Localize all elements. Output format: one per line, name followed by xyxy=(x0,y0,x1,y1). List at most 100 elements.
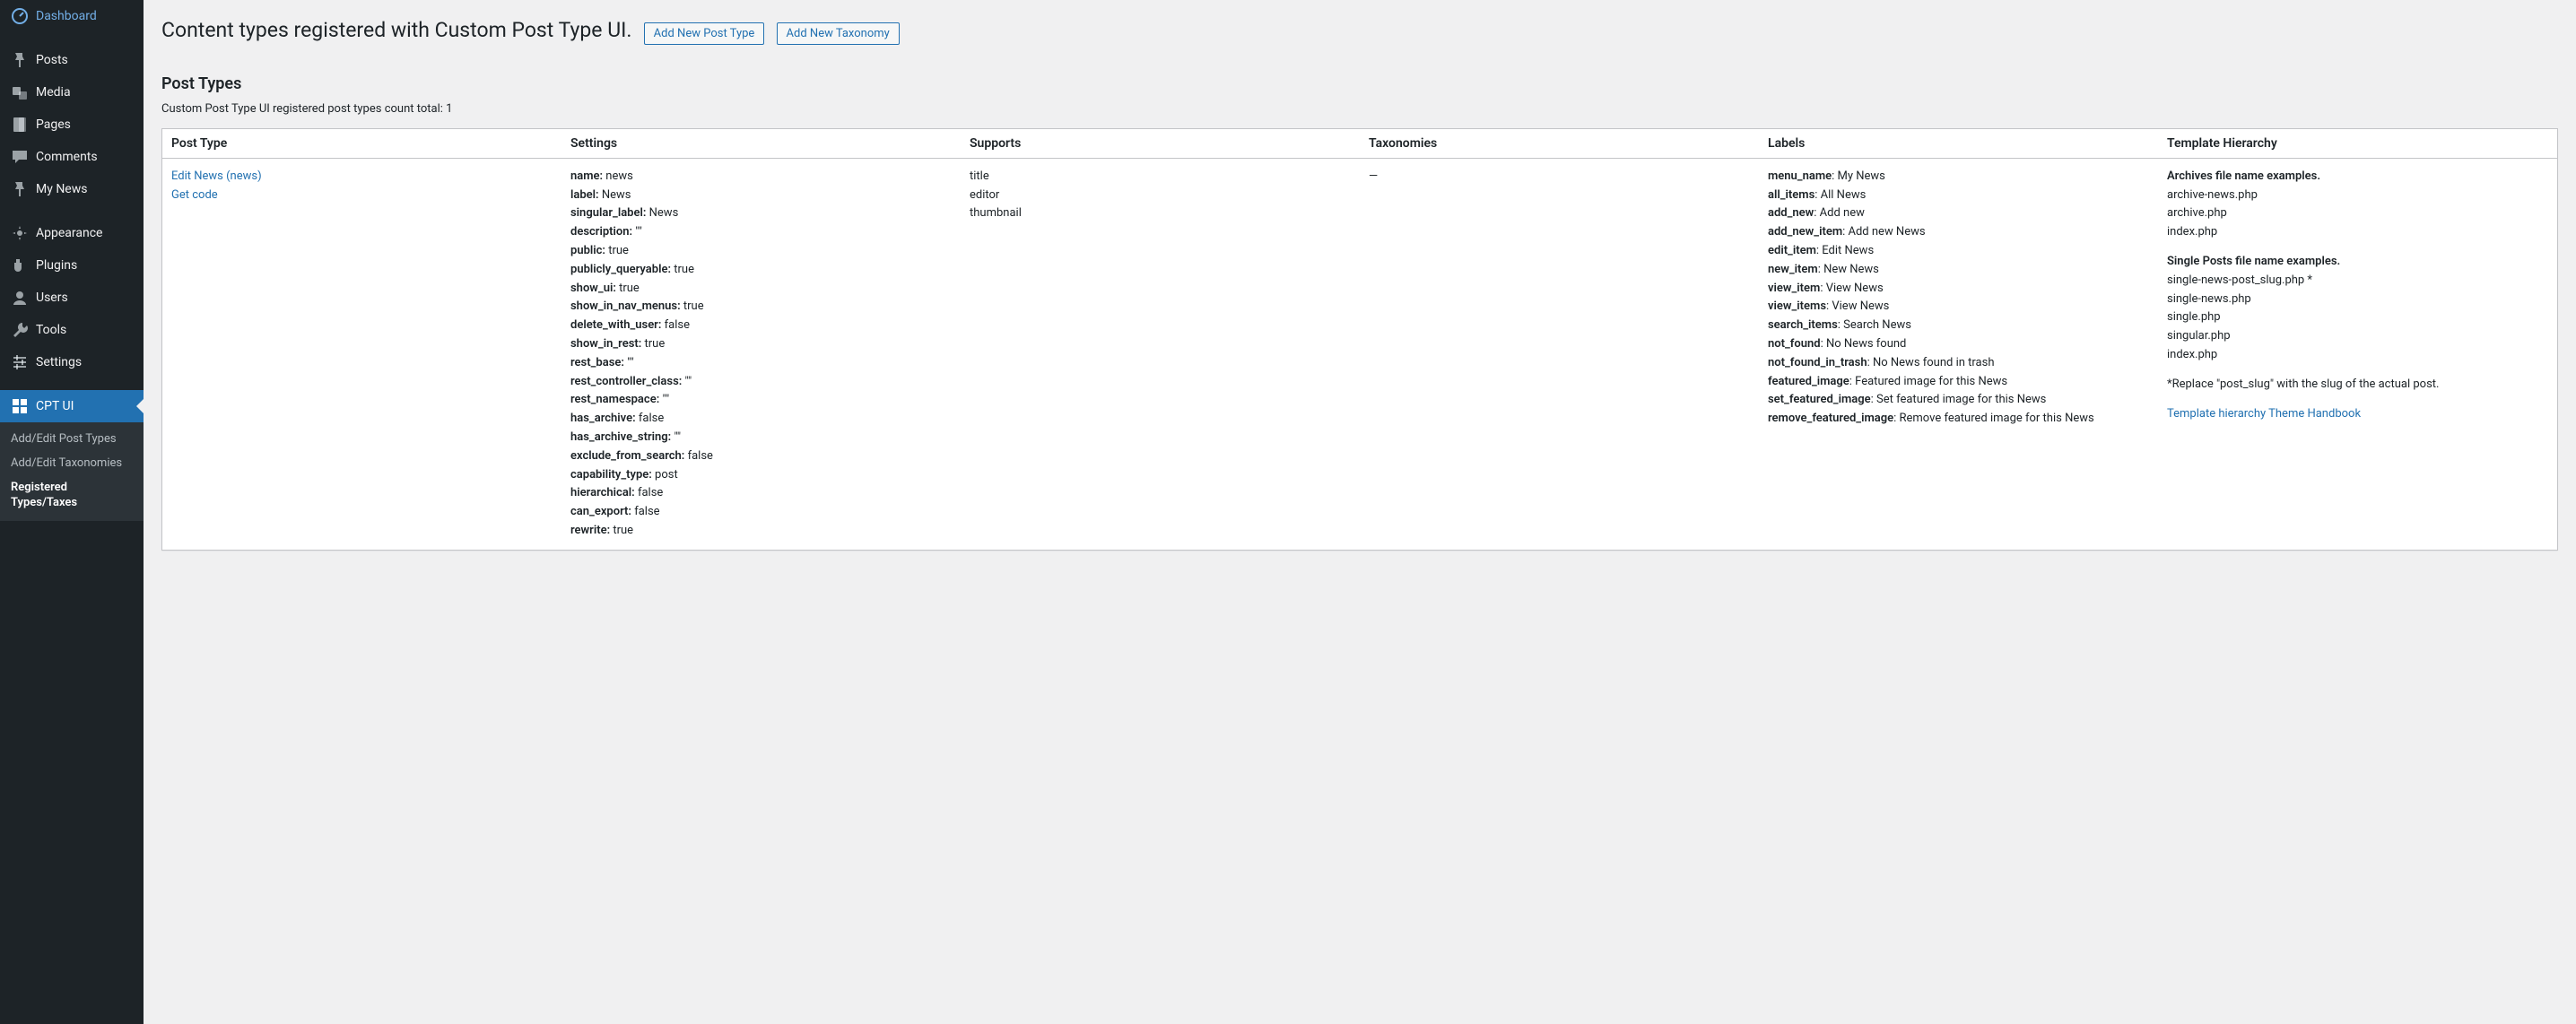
cptui-icon xyxy=(11,397,29,415)
label-row: view_items: View News xyxy=(1768,298,2149,317)
sidebar-item-label: Pages xyxy=(36,117,71,132)
setting-row: name: news xyxy=(570,168,952,187)
sidebar-item-pages[interactable]: Pages xyxy=(0,108,144,141)
label-key: set_featured_image xyxy=(1768,393,1871,406)
label-row: remove_featured_image: Remove featured i… xyxy=(1768,410,2149,429)
setting-value: true xyxy=(641,337,665,351)
sidebar-item-label: Users xyxy=(36,291,68,305)
cell-settings: name: newslabel: Newssingular_label: New… xyxy=(561,159,961,550)
setting-row: show_ui: true xyxy=(570,280,952,299)
label-row: not_found_in_trash: No News found in tra… xyxy=(1768,354,2149,373)
main-content: Content types registered with Custom Pos… xyxy=(144,0,2576,1024)
label-value: : Search News xyxy=(1838,318,1911,332)
setting-row: has_archive_string: "" xyxy=(570,429,952,447)
label-value: : All News xyxy=(1815,188,1866,202)
label-key: search_items xyxy=(1768,318,1838,332)
sidebar-item-my-news[interactable]: My News xyxy=(0,173,144,205)
col-post-type: Post Type xyxy=(162,129,561,159)
sidebar-item-settings[interactable]: Settings xyxy=(0,346,144,378)
setting-key: name: xyxy=(570,169,603,183)
label-row: all_items: All News xyxy=(1768,187,2149,205)
label-value: : Add new News xyxy=(1842,225,1925,239)
setting-row: exclude_from_search: false xyxy=(570,447,952,466)
label-row: add_new: Add new xyxy=(1768,204,2149,223)
tool-icon xyxy=(11,321,29,339)
label-key: view_item xyxy=(1768,282,1820,295)
page-icon xyxy=(11,116,29,134)
sidebar-item-tools[interactable]: Tools xyxy=(0,314,144,346)
template-file: singular.php xyxy=(2167,327,2548,346)
setting-row: public: true xyxy=(570,242,952,261)
get-code-link[interactable]: Get code xyxy=(171,188,218,202)
template-handbook-link[interactable]: Template hierarchy Theme Handbook xyxy=(2167,407,2361,421)
label-key: remove_featured_image xyxy=(1768,412,1893,425)
setting-value: false xyxy=(636,412,665,425)
setting-value: true xyxy=(671,263,694,276)
cell-labels: menu_name: My Newsall_items: All Newsadd… xyxy=(1759,159,2158,550)
setting-value: true xyxy=(681,299,704,313)
setting-value: post xyxy=(652,468,678,482)
setting-row: rest_base: "" xyxy=(570,354,952,373)
template-file: archive-news.php xyxy=(2167,187,2548,205)
label-value: : My News xyxy=(1832,169,1885,183)
sidebar-item-label: Comments xyxy=(36,150,98,164)
setting-key: rest_base: xyxy=(570,356,624,369)
label-value: : Add new xyxy=(1814,206,1865,220)
label-key: all_items xyxy=(1768,188,1815,202)
setting-key: exclude_from_search: xyxy=(570,449,684,463)
setting-row: rest_namespace: "" xyxy=(570,391,952,410)
menu-separator xyxy=(0,382,144,386)
supports-item: thumbnail xyxy=(970,204,1351,223)
settings-icon xyxy=(11,353,29,371)
setting-value: "" xyxy=(682,375,692,388)
post-types-heading: Post Types xyxy=(161,74,2558,93)
label-value: : View News xyxy=(1820,282,1883,295)
media-icon xyxy=(11,83,29,101)
setting-value: true xyxy=(610,524,633,537)
submenu-item-registered-types-taxes[interactable]: Registered Types/Taxes xyxy=(0,476,144,516)
cell-post-type: Edit News (news) Get code xyxy=(162,159,561,550)
label-row: new_item: New News xyxy=(1768,261,2149,280)
setting-key: description: xyxy=(570,225,632,239)
comment-icon xyxy=(11,148,29,166)
label-row: menu_name: My News xyxy=(1768,168,2149,187)
label-row: featured_image: Featured image for this … xyxy=(1768,373,2149,392)
submenu-item-add-edit-taxonomies[interactable]: Add/Edit Taxonomies xyxy=(0,452,144,476)
sidebar-item-posts[interactable]: Posts xyxy=(0,44,144,76)
sidebar-item-appearance[interactable]: Appearance xyxy=(0,217,144,249)
setting-value: "" xyxy=(671,430,681,444)
label-row: edit_item: Edit News xyxy=(1768,242,2149,261)
col-labels: Labels xyxy=(1759,129,2158,159)
setting-value: News xyxy=(599,188,631,202)
setting-key: label: xyxy=(570,188,599,202)
sidebar-item-media[interactable]: Media xyxy=(0,76,144,108)
sidebar-submenu: Add/Edit Post TypesAdd/Edit TaxonomiesRe… xyxy=(0,422,144,521)
template-file: single-news.php xyxy=(2167,291,2548,309)
col-supports: Supports xyxy=(961,129,1360,159)
sidebar-item-dashboard[interactable]: Dashboard xyxy=(0,0,144,32)
setting-key: has_archive: xyxy=(570,412,636,425)
setting-row: hierarchical: false xyxy=(570,484,952,503)
setting-key: publicly_queryable: xyxy=(570,263,671,276)
template-file: archive.php xyxy=(2167,204,2548,223)
archives-block: Archives file name examples.archive-news… xyxy=(2167,168,2548,242)
sidebar-item-label: CPT UI xyxy=(36,399,74,413)
setting-key: show_ui: xyxy=(570,282,616,295)
add-new-post-type-button[interactable]: Add New Post Type xyxy=(644,22,765,45)
col-settings: Settings xyxy=(561,129,961,159)
edit-post-type-link[interactable]: Edit News (news) xyxy=(171,169,262,183)
supports-item: title xyxy=(970,168,1351,187)
sidebar-item-cpt-ui[interactable]: CPT UI xyxy=(0,390,144,422)
sidebar-item-label: Posts xyxy=(36,53,68,67)
col-taxonomies: Taxonomies xyxy=(1360,129,1759,159)
setting-key: singular_label: xyxy=(570,206,646,220)
sidebar-item-users[interactable]: Users xyxy=(0,282,144,314)
sidebar-item-plugins[interactable]: Plugins xyxy=(0,249,144,282)
add-new-taxonomy-button[interactable]: Add New Taxonomy xyxy=(777,22,900,45)
setting-value: news xyxy=(603,169,633,183)
setting-key: show_in_nav_menus: xyxy=(570,299,681,313)
sidebar-item-label: My News xyxy=(36,182,87,196)
setting-row: singular_label: News xyxy=(570,204,952,223)
sidebar-item-comments[interactable]: Comments xyxy=(0,141,144,173)
submenu-item-add-edit-post-types[interactable]: Add/Edit Post Types xyxy=(0,428,144,452)
